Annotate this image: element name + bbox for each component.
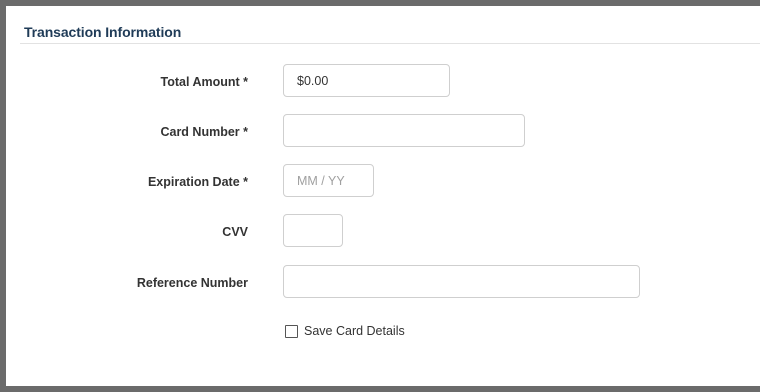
cvv-input[interactable] — [283, 214, 343, 247]
expiration-date-input[interactable] — [283, 164, 374, 197]
transaction-panel: Transaction Information Total Amount * C… — [6, 6, 760, 386]
window-frame: Transaction Information Total Amount * C… — [0, 0, 760, 392]
total-amount-label: Total Amount * — [160, 75, 249, 89]
card-number-label: Card Number * — [160, 125, 248, 139]
card-number-input[interactable] — [283, 114, 525, 147]
save-card-checkbox[interactable] — [285, 324, 298, 338]
reference-number-label: Reference Number — [136, 276, 248, 290]
save-card-row[interactable]: Save Card Details — [285, 324, 405, 338]
reference-number-input[interactable] — [283, 265, 640, 298]
expiration-date-label: Expiration Date * — [147, 175, 248, 189]
total-amount-input[interactable] — [283, 64, 450, 97]
section-divider — [20, 43, 760, 44]
cvv-label: CVV — [222, 225, 248, 239]
save-card-label[interactable]: Save Card Details — [304, 324, 405, 338]
section-title: Transaction Information — [24, 24, 182, 40]
